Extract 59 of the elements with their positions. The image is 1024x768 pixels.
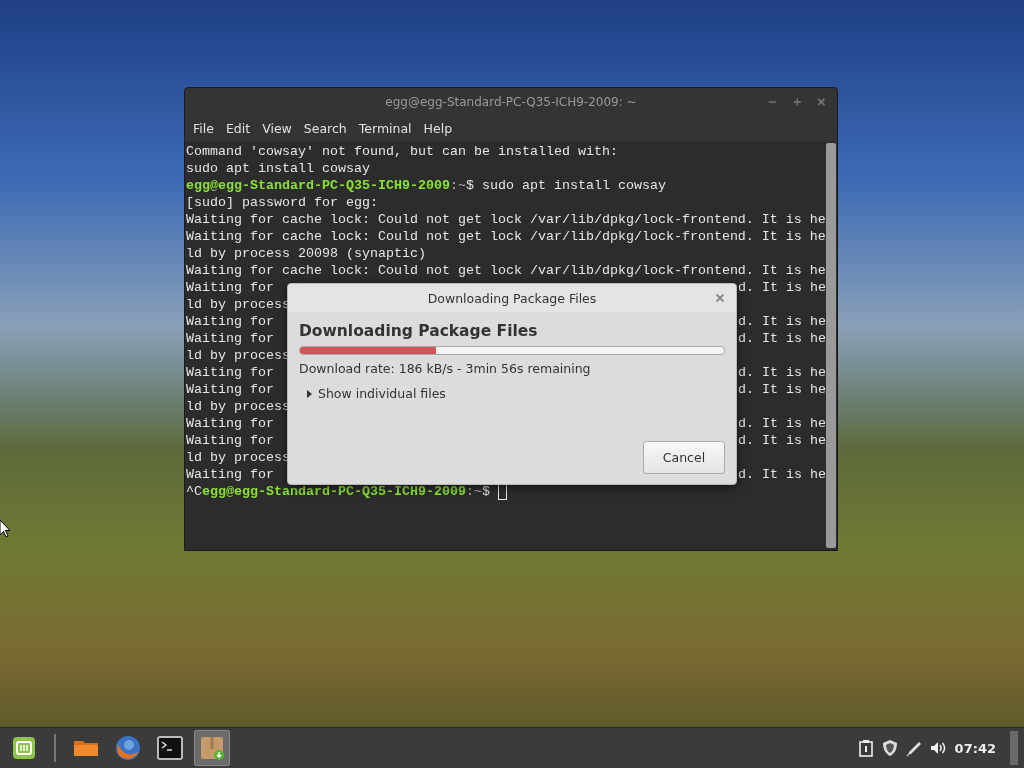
menu-item[interactable]: View [256, 119, 298, 138]
dialog-heading: Downloading Package Files [299, 322, 539, 340]
terminal-line: ld by process 20098 (synaptic) [186, 245, 426, 262]
terminal-line: d. It is he [738, 313, 826, 330]
terminal-line: ld by process [186, 296, 290, 313]
window-title: egg@egg-Standard-PC-Q35-ICH9-2009: ~ [384, 95, 638, 109]
terminal-line: Waiting for [186, 313, 274, 330]
dialog-title: Downloading Package Files [426, 290, 598, 306]
terminal-line: ld by process [186, 449, 290, 466]
terminal-line: d. It is he [738, 432, 826, 449]
close-icon[interactable] [714, 292, 726, 304]
expander[interactable]: Show individual files [299, 386, 446, 401]
clock[interactable]: 07:42 [954, 740, 996, 756]
shield-icon[interactable] [880, 739, 899, 757]
terminal-line: d. It is he [738, 415, 826, 432]
terminal-line: Waiting for [186, 364, 274, 381]
terminal-line: d. It is he [738, 330, 826, 347]
menu-item[interactable]: Search [297, 119, 353, 138]
prompt-path: :~ [465, 483, 482, 500]
menu-item[interactable]: File [187, 119, 220, 138]
terminal-line: sudo apt install cowsay [186, 160, 370, 177]
menu-item[interactable]: Help [417, 119, 459, 138]
terminal-line: d. It is he [738, 364, 826, 381]
terminal-line: Waiting for [186, 330, 274, 347]
cancel-button[interactable]: Cancel [643, 441, 725, 474]
pen-icon[interactable] [904, 739, 923, 757]
terminal-icon [156, 734, 184, 762]
terminal-line: d. It is he [738, 279, 826, 296]
globe-icon [114, 734, 142, 762]
terminal-line: d. It is he [738, 381, 826, 398]
pointer-icon [0, 520, 10, 538]
close-icon[interactable] [816, 96, 827, 108]
prompt-host: egg@egg-Standard-PC-Q35-ICH9-2009 [202, 483, 466, 500]
terminal-line: ld by process [186, 347, 290, 364]
prompt-host: egg@egg-Standard-PC-Q35-ICH9-2009 [186, 177, 450, 194]
terminal-command: $ [481, 483, 491, 500]
terminal-line: Waiting for [186, 279, 274, 296]
clipboard-icon[interactable] [856, 739, 875, 757]
terminal-line: ld by process [186, 398, 290, 415]
terminal-line: Command 'cowsay' not found, but can be installed with: [186, 143, 618, 160]
terminal-command: $ sudo apt install cowsay [465, 177, 666, 194]
prompt-path: :~ [449, 177, 466, 194]
terminal-line: d. It is he [738, 466, 826, 483]
mint-logo-icon [12, 736, 36, 760]
terminal-line: Waiting for [186, 466, 274, 483]
menu-item[interactable]: Edit [219, 119, 257, 138]
scrollbar[interactable] [826, 143, 836, 550]
control-char: ^C [186, 483, 202, 500]
terminal-line: Waiting for [186, 415, 274, 432]
terminal-line: [sudo] password for egg: [186, 194, 378, 211]
terminal-line: Waiting for [186, 432, 274, 449]
status-text: Download rate: 186 kB/s - 3min 56s remaining [299, 361, 592, 376]
maximize-icon[interactable] [791, 96, 803, 108]
terminal-line: Waiting for cache lock: Could not get lock /var/lib/dpkg/lock-frontend. It is he [186, 211, 826, 228]
terminal-line: Waiting for cache lock: Could not get lock /var/lib/dpkg/lock-frontend. It is he [186, 262, 826, 279]
package-icon [198, 734, 226, 762]
terminal-line: Waiting for cache lock: Could not get lock /var/lib/dpkg/lock-frontend. It is he [186, 228, 826, 245]
menu-item[interactable]: Terminal [352, 119, 418, 138]
terminal-line: Waiting for [186, 381, 274, 398]
